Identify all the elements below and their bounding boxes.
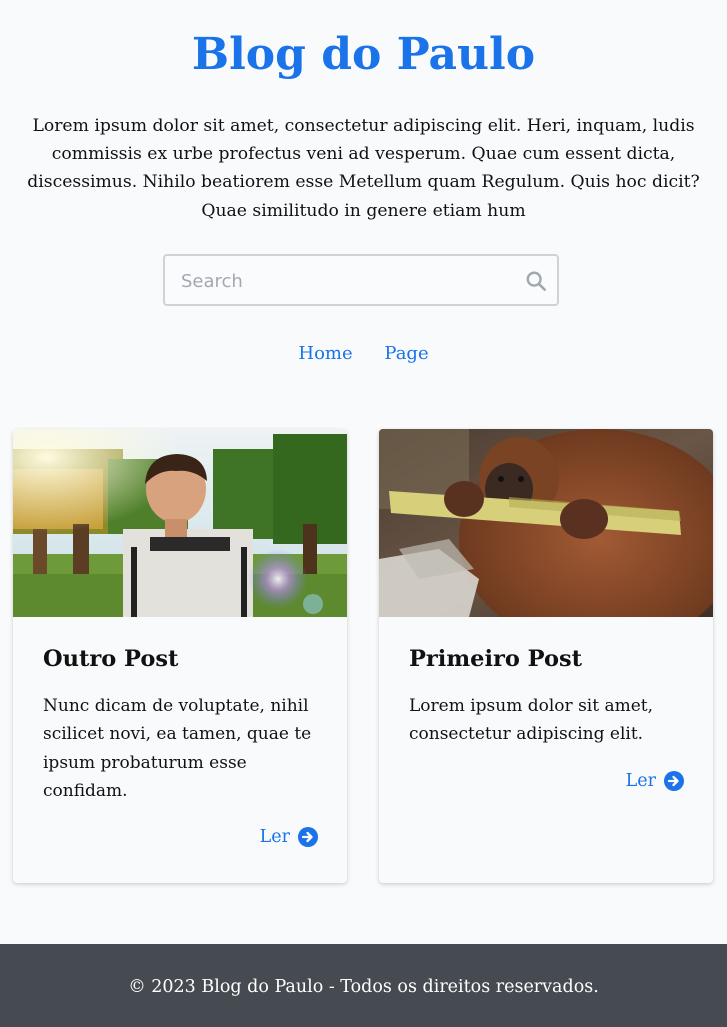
- arrow-right-circle-icon: [664, 771, 684, 791]
- post-image[interactable]: [379, 429, 713, 617]
- site-title[interactable]: Blog do Paulo: [0, 24, 727, 86]
- intro-text: Lorem ipsum dolor sit amet, consectetur …: [27, 116, 700, 221]
- read-more-label: Ler: [259, 827, 290, 847]
- read-more-label: Ler: [625, 771, 656, 791]
- post-image[interactable]: [13, 429, 347, 617]
- main-nav: Home Page: [0, 340, 727, 368]
- post-title[interactable]: Primeiro Post: [409, 643, 582, 675]
- arrow-right-circle-icon: [298, 827, 318, 847]
- nav-item-home[interactable]: Home: [298, 343, 352, 364]
- read-more-link[interactable]: Ler: [260, 825, 318, 849]
- search-box[interactable]: [163, 254, 559, 306]
- page: Blog do Paulo Lorem ipsum dolor sit amet…: [0, 0, 727, 1027]
- read-more-link[interactable]: Ler: [626, 769, 684, 793]
- post-card: Outro Post Nunc dicam de voluptate, nihi…: [13, 429, 347, 883]
- site-footer: © 2023 Blog do Paulo - Todos os direitos…: [0, 944, 727, 1027]
- footer-copyright: © 2023 Blog do Paulo - Todos os direitos…: [128, 977, 599, 997]
- search-input[interactable]: [179, 256, 523, 306]
- post-title[interactable]: Outro Post: [43, 643, 178, 675]
- post-excerpt: Lorem ipsum dolor sit amet, consectetur …: [409, 696, 654, 745]
- nav-item-page[interactable]: Page: [384, 343, 428, 364]
- post-excerpt: Nunc dicam de voluptate, nihil scilicet …: [43, 696, 312, 802]
- post-card: Primeiro Post Lorem ipsum dolor sit amet…: [379, 429, 713, 883]
- search-icon[interactable]: [525, 270, 547, 292]
